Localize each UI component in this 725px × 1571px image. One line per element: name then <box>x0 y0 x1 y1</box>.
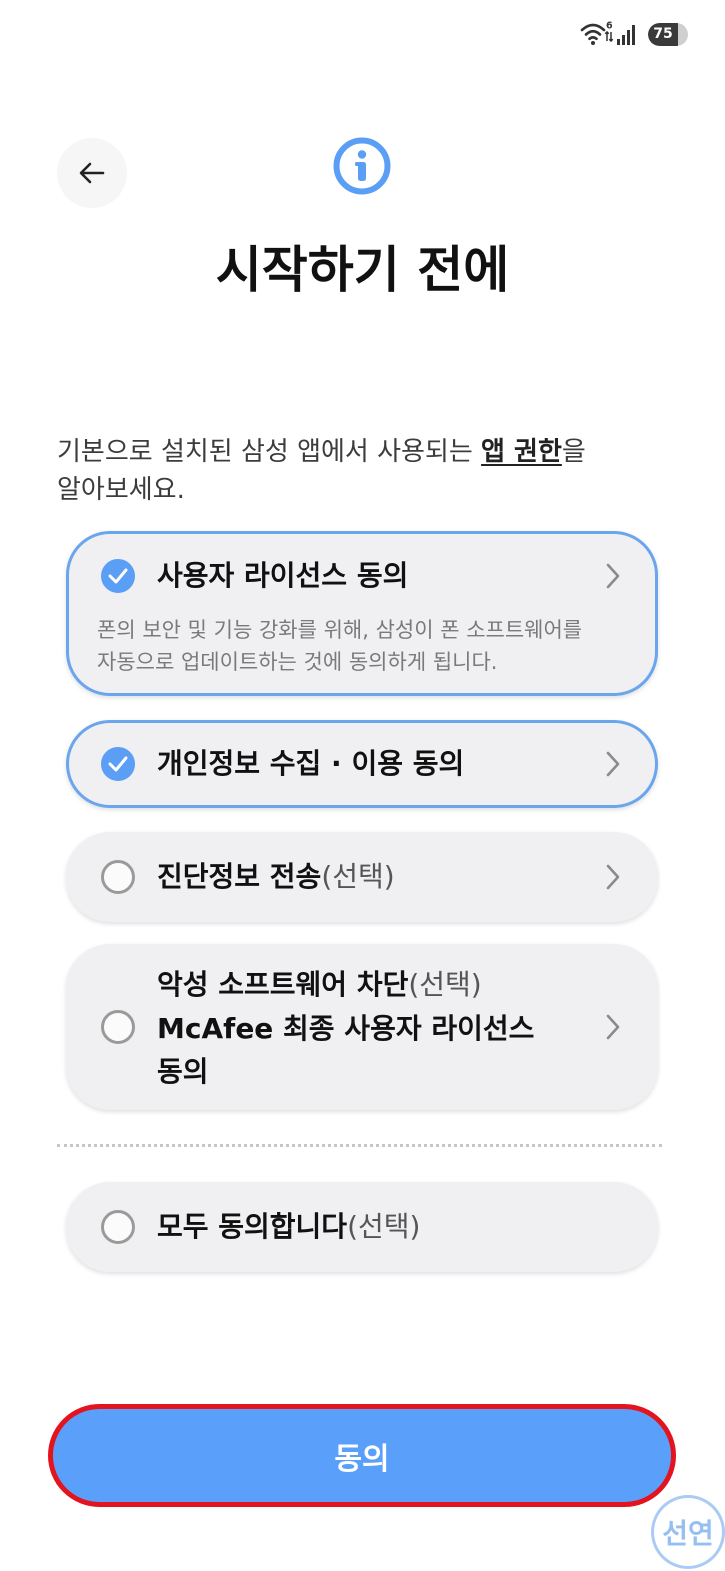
agree-all-label: 모두 동의합니다(선택) <box>157 1207 420 1247</box>
intro-text-suffix: 을 <box>561 437 586 467</box>
description-line: 자동으로 업데이트하는 것에 동의하게 됩니다. <box>97 650 498 674</box>
intro-text-line2: 알아보세요. <box>57 475 185 505</box>
arrow-left-icon <box>79 162 105 184</box>
checkmark-icon <box>108 568 128 584</box>
intro-text: 기본으로 설치된 삼성 앱에서 사용되는 앱 권한을 알아보세요. <box>57 433 677 509</box>
checkbox-diagnostics[interactable] <box>101 860 135 894</box>
agreement-card-diagnostics[interactable]: 진단정보 전송(선택) <box>66 832 658 922</box>
agreement-label: 사용자 라이선스 동의 <box>157 559 409 592</box>
checkbox-malware[interactable] <box>101 1010 135 1044</box>
agree-all-label-text: 모두 동의합니다 <box>157 1210 348 1243</box>
cellular-signal-icon <box>617 25 635 45</box>
optional-tag: (선택) <box>347 1210 421 1243</box>
checkbox-eula[interactable] <box>101 559 135 593</box>
agreement-card-eula[interactable]: 사용자 라이선스 동의 폰의 보안 및 기능 강화를 위해, 삼성이 폰 소프트… <box>66 531 658 696</box>
checkbox-privacy[interactable] <box>101 747 135 781</box>
agreement-label: 악성 소프트웨어 차단(선택) McAfee 최종 사용자 라이선스 동의 <box>157 963 534 1094</box>
back-button[interactable] <box>57 138 127 208</box>
agreement-description: 폰의 보안 및 기능 강화를 위해, 삼성이 폰 소프트웨어를 자동으로 업데이… <box>97 614 582 678</box>
optional-tag: (선택) <box>321 860 395 893</box>
agreement-label-text: 진단정보 전송 <box>157 860 322 893</box>
agreement-sub-label: 동의 <box>157 1055 209 1088</box>
agreement-card-privacy[interactable]: 개인정보 수집 · 이용 동의 <box>66 720 658 808</box>
chevron-right-icon[interactable] <box>606 563 620 589</box>
battery-indicator: 75 <box>648 23 688 46</box>
wifi-icon: 6 <box>580 21 614 45</box>
chevron-right-icon[interactable] <box>606 864 620 890</box>
checkmark-icon <box>108 756 128 772</box>
chevron-right-icon[interactable] <box>606 1014 620 1040</box>
battery-level: 75 <box>653 26 673 42</box>
optional-tag: (선택) <box>408 968 482 1001</box>
intro-text-main: 기본으로 설치된 삼성 앱에서 사용되는 <box>57 437 482 467</box>
info-icon <box>333 137 391 195</box>
wifi-badge: 6 <box>606 21 613 32</box>
description-line: 폰의 보안 및 기능 강화를 위해, 삼성이 폰 소프트웨어를 <box>97 618 583 642</box>
agree-all-card[interactable]: 모두 동의합니다(선택) <box>66 1182 658 1272</box>
agreement-label: 개인정보 수집 · 이용 동의 <box>157 747 465 780</box>
dotted-divider <box>57 1144 662 1147</box>
agree-button[interactable]: 동의 <box>48 1404 676 1507</box>
app-permissions-link[interactable]: 앱 권한 <box>481 437 562 467</box>
agreement-label-text: 악성 소프트웨어 차단 <box>157 968 409 1001</box>
agreement-label: 진단정보 전송(선택) <box>157 857 395 897</box>
page-title: 시작하기 전에 <box>215 241 510 299</box>
checkbox-agree-all[interactable] <box>101 1210 135 1244</box>
watermark-logo: 선연 <box>651 1495 725 1569</box>
agreement-card-malware[interactable]: 악성 소프트웨어 차단(선택) McAfee 최종 사용자 라이선스 동의 <box>66 944 658 1110</box>
agreement-sub-label: McAfee 최종 사용자 라이선스 <box>157 1011 535 1045</box>
chevron-right-icon[interactable] <box>606 751 620 777</box>
